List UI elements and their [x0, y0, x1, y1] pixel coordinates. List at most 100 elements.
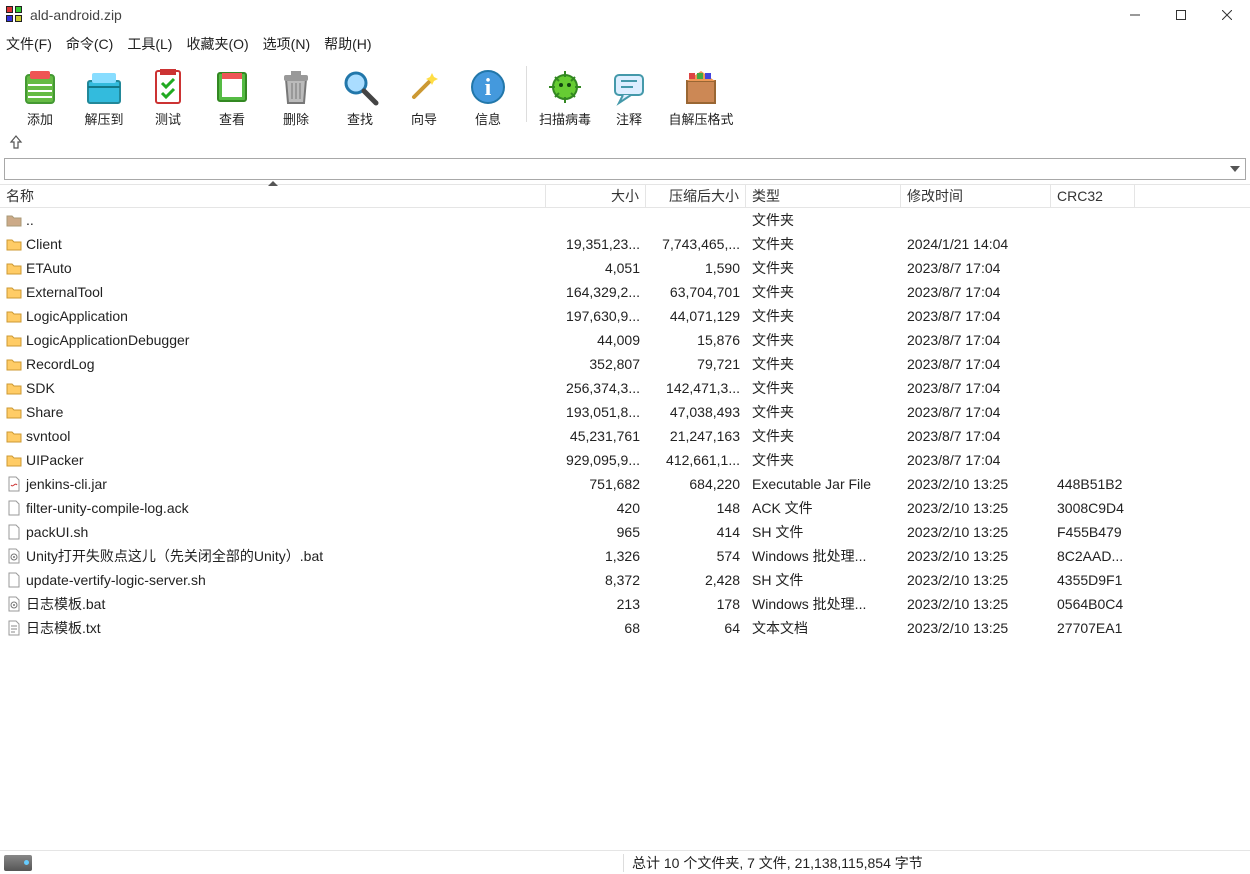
file-packed: 7,743,465,...	[646, 236, 746, 252]
svg-text:i: i	[485, 75, 492, 101]
table-row[interactable]: Unity打开失败点这儿（先关闭全部的Unity）.bat1,326574Win…	[0, 544, 1250, 568]
menu-file[interactable]: 文件(F)	[6, 34, 52, 54]
table-row[interactable]: SDK256,374,3...142,471,3...文件夹2023/8/7 1…	[0, 376, 1250, 400]
toolbar-sfx-label: 自解压格式	[668, 109, 733, 128]
winrar-app-icon	[6, 6, 24, 24]
toolbar-delete[interactable]: 删除	[264, 62, 328, 128]
toolbar-find[interactable]: 查找	[328, 62, 392, 128]
file-mtime: 2023/2/10 13:25	[901, 476, 1051, 492]
menu-commands[interactable]: 命令(C)	[66, 34, 113, 54]
table-row[interactable]: jenkins-cli.jar751,682684,220Executable …	[0, 472, 1250, 496]
table-row[interactable]: update-vertify-logic-server.sh8,3722,428…	[0, 568, 1250, 592]
col-header-size[interactable]: 大小	[546, 185, 646, 207]
file-crc: 448B51B2	[1051, 476, 1135, 492]
table-row[interactable]: RecordLog352,80779,721文件夹2023/8/7 17:04	[0, 352, 1250, 376]
menu-help[interactable]: 帮助(H)	[324, 34, 371, 54]
file-type: 文件夹	[746, 234, 901, 254]
toolbar-view[interactable]: 查看	[200, 62, 264, 128]
up-level-icon[interactable]	[8, 134, 24, 153]
minimize-button[interactable]	[1112, 0, 1158, 30]
file-mtime: 2023/2/10 13:25	[901, 620, 1051, 636]
file-icon	[6, 524, 22, 540]
table-row[interactable]: ..文件夹	[0, 208, 1250, 232]
file-crc: 27707EA1	[1051, 620, 1135, 636]
file-size: 1,326	[546, 548, 646, 564]
toolbar-extract[interactable]: 解压到	[72, 62, 136, 128]
menu-options[interactable]: 选项(N)	[263, 34, 310, 54]
folder-icon	[6, 284, 22, 300]
file-crc: 4355D9F1	[1051, 572, 1135, 588]
file-mtime: 2023/2/10 13:25	[901, 500, 1051, 516]
file-mtime: 2023/8/7 17:04	[901, 356, 1051, 372]
file-type: 文件夹	[746, 426, 901, 446]
table-row[interactable]: LogicApplicationDebugger44,00915,876文件夹2…	[0, 328, 1250, 352]
file-name: SDK	[26, 380, 55, 396]
col-header-type[interactable]: 类型	[746, 185, 901, 207]
table-row[interactable]: LogicApplication197,630,9...44,071,129文件…	[0, 304, 1250, 328]
file-mtime: 2023/8/7 17:04	[901, 284, 1051, 300]
toolbar-add[interactable]: 添加	[8, 62, 72, 128]
table-row[interactable]: ExternalTool164,329,2...63,704,701文件夹202…	[0, 280, 1250, 304]
file-type: 文件夹	[746, 282, 901, 302]
maximize-button[interactable]	[1158, 0, 1204, 30]
folder-icon	[6, 308, 22, 324]
toolbar-sfx[interactable]: 自解压格式	[661, 62, 741, 128]
file-size: 420	[546, 500, 646, 516]
table-row[interactable]: packUI.sh965414SH 文件2023/2/10 13:25F455B…	[0, 520, 1250, 544]
path-bar	[0, 130, 1250, 156]
file-size: 68	[546, 620, 646, 636]
table-row[interactable]: Client19,351,23...7,743,465,...文件夹2024/1…	[0, 232, 1250, 256]
toolbar-scan[interactable]: 扫描病毒	[533, 62, 597, 128]
toolbar-info[interactable]: i 信息	[456, 62, 520, 128]
file-name: RecordLog	[26, 356, 95, 372]
file-name: ..	[26, 212, 34, 228]
view-icon	[212, 67, 252, 107]
menu-bar: 文件(F) 命令(C) 工具(L) 收藏夹(O) 选项(N) 帮助(H)	[0, 30, 1250, 58]
address-dropdown-icon[interactable]	[1227, 166, 1243, 172]
toolbar-scan-label: 扫描病毒	[539, 109, 591, 128]
table-row[interactable]: ETAuto4,0511,590文件夹2023/8/7 17:04	[0, 256, 1250, 280]
file-name: Unity打开失败点这儿（先关闭全部的Unity）.bat	[26, 546, 323, 566]
table-row[interactable]: 日志模板.bat213178Windows 批处理...2023/2/10 13…	[0, 592, 1250, 616]
parent-folder-icon	[6, 212, 22, 228]
folder-icon	[6, 404, 22, 420]
file-name: LogicApplicationDebugger	[26, 332, 189, 348]
file-list[interactable]: ..文件夹Client19,351,23...7,743,465,...文件夹2…	[0, 208, 1250, 826]
col-header-mtime[interactable]: 修改时间	[901, 185, 1051, 207]
toolbar-test[interactable]: 测试	[136, 62, 200, 128]
file-mtime: 2023/8/7 17:04	[901, 404, 1051, 420]
table-row[interactable]: filter-unity-compile-log.ack420148ACK 文件…	[0, 496, 1250, 520]
menu-tools[interactable]: 工具(L)	[127, 34, 172, 54]
toolbar-delete-label: 删除	[283, 109, 309, 128]
col-header-name[interactable]: 名称	[0, 185, 546, 207]
table-row[interactable]: Share193,051,8...47,038,493文件夹2023/8/7 1…	[0, 400, 1250, 424]
toolbar-info-label: 信息	[475, 109, 501, 128]
status-bar: 总计 10 个文件夹, 7 文件, 21,138,115,854 字节	[0, 850, 1250, 874]
toolbar-wizard[interactable]: 向导	[392, 62, 456, 128]
file-type: Executable Jar File	[746, 476, 901, 492]
col-header-packed[interactable]: 压缩后大小	[646, 185, 746, 207]
info-icon: i	[468, 67, 508, 107]
file-size: 8,372	[546, 572, 646, 588]
find-icon	[340, 67, 380, 107]
file-packed: 2,428	[646, 572, 746, 588]
toolbar-comment[interactable]: 注释	[597, 62, 661, 128]
file-crc: F455B479	[1051, 524, 1135, 540]
close-button[interactable]	[1204, 0, 1250, 30]
file-size: 256,374,3...	[546, 380, 646, 396]
address-bar[interactable]	[4, 158, 1246, 180]
file-mtime: 2023/2/10 13:25	[901, 572, 1051, 588]
file-name: 日志模板.bat	[26, 594, 105, 614]
table-row[interactable]: 日志模板.txt6864文本文档2023/2/10 13:2527707EA1	[0, 616, 1250, 640]
file-mtime: 2023/8/7 17:04	[901, 260, 1051, 276]
extract-icon	[84, 67, 124, 107]
file-packed: 684,220	[646, 476, 746, 492]
folder-icon	[6, 260, 22, 276]
file-name: jenkins-cli.jar	[26, 476, 107, 492]
table-row[interactable]: svntool45,231,76121,247,163文件夹2023/8/7 1…	[0, 424, 1250, 448]
file-name: ETAuto	[26, 260, 72, 276]
toolbar-extract-label: 解压到	[84, 109, 123, 128]
menu-favorites[interactable]: 收藏夹(O)	[186, 34, 248, 54]
table-row[interactable]: UIPacker929,095,9...412,661,1...文件夹2023/…	[0, 448, 1250, 472]
col-header-crc[interactable]: CRC32	[1051, 185, 1135, 207]
